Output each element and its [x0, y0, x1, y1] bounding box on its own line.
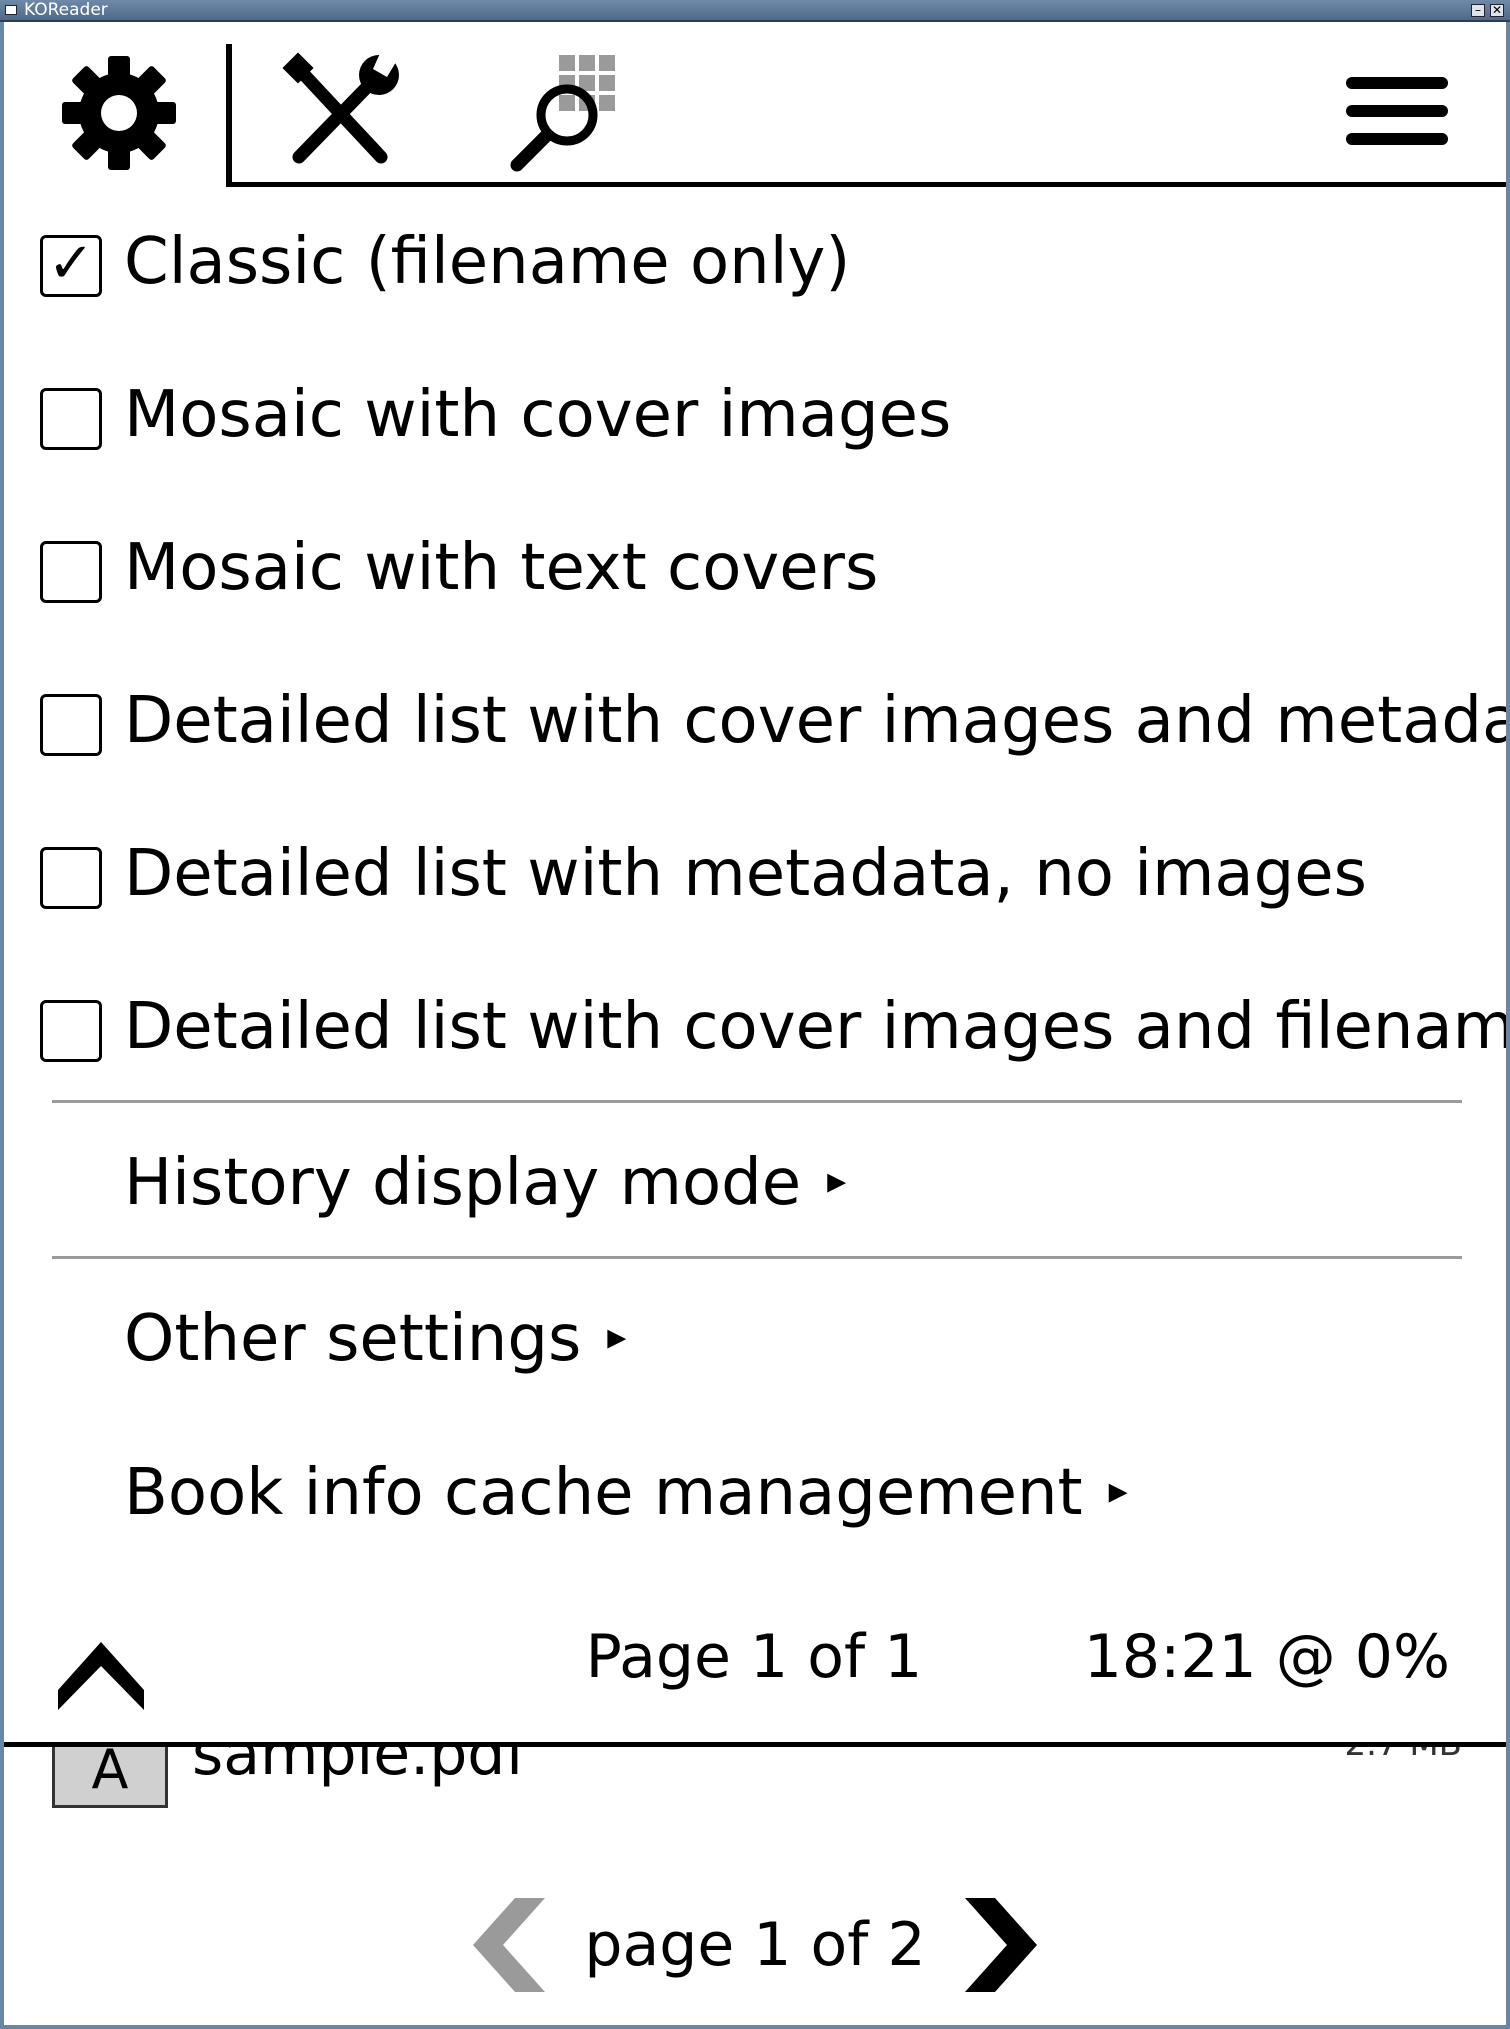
- file-browser-page-label: page 1 of 2: [584, 1910, 926, 1980]
- menu-item-other-settings[interactable]: Other settings ▸: [4, 1264, 1506, 1414]
- menu-item-label: Detailed list with metadata, no images: [124, 837, 1367, 911]
- checkbox-unchecked[interactable]: [40, 388, 102, 450]
- checkbox-checked[interactable]: ✓: [40, 235, 102, 297]
- menu-page-label: Page 1 of 1: [585, 1622, 923, 1692]
- window-titlebar: KOReader – ✕: [0, 0, 1510, 22]
- menu-tab-bar: [4, 22, 1506, 190]
- menu-item-detailed-metadata-no-images[interactable]: Detailed list with metadata, no images: [4, 799, 1506, 949]
- menu-item-mosaic-cover-images[interactable]: Mosaic with cover images: [4, 340, 1506, 490]
- submenu-arrow-icon: ▸: [1108, 1468, 1128, 1513]
- menu-item-book-info-cache[interactable]: Book info cache management ▸: [4, 1418, 1506, 1568]
- checkbox-unchecked[interactable]: [40, 694, 102, 756]
- search-icon: [510, 55, 615, 172]
- checkbox-unchecked[interactable]: [40, 847, 102, 909]
- chevron-right-icon: [965, 1898, 1037, 1992]
- menu-footer: Page 1 of 1 18:21 @ 0%: [4, 1582, 1506, 1732]
- menu-item-label: Detailed list with cover images and meta…: [124, 684, 1506, 758]
- tools-icon: [282, 51, 399, 164]
- menu-item-label: History display mode ▸: [124, 1146, 847, 1220]
- submenu-arrow-icon: ▸: [827, 1158, 847, 1203]
- tab-search[interactable]: [499, 47, 649, 177]
- menu-up-button[interactable]: [52, 1612, 150, 1712]
- gear-icon: [62, 56, 176, 170]
- menu-item-label: Mosaic with cover images: [124, 378, 952, 452]
- menu-item-label: Classic (filename only): [124, 225, 851, 299]
- menu-item-label: Other settings ▸: [124, 1302, 627, 1376]
- checkbox-unchecked[interactable]: [40, 1000, 102, 1062]
- menu-item-detailed-cover-filename[interactable]: Detailed list with cover images and file…: [4, 952, 1506, 1102]
- previous-page-button[interactable]: [465, 1880, 565, 2010]
- tab-settings[interactable]: [44, 47, 194, 177]
- tab-tools[interactable]: [269, 47, 419, 177]
- submenu-arrow-icon: ▸: [607, 1314, 627, 1359]
- menu-item-label: Detailed list with cover images and file…: [124, 990, 1506, 1064]
- chevron-left-icon: [473, 1898, 545, 1992]
- tab-main-menu[interactable]: [1324, 47, 1474, 177]
- menu-item-detailed-cover-metadata[interactable]: Detailed list with cover images and meta…: [4, 646, 1506, 796]
- hamburger-menu-icon: [1346, 77, 1448, 145]
- app-icon: [5, 5, 17, 15]
- menu-divider: [52, 1256, 1462, 1259]
- settings-menu: ✓ Classic (filename only) Mosaic with co…: [4, 22, 1506, 1747]
- menu-item-classic[interactable]: ✓ Classic (filename only): [4, 187, 1506, 337]
- next-page-button[interactable]: [955, 1880, 1055, 2010]
- chevron-up-icon: [58, 1642, 144, 1710]
- checkbox-unchecked[interactable]: [40, 541, 102, 603]
- status-clock-battery: 18:21 @ 0%: [1083, 1622, 1450, 1692]
- menu-item-label: Mosaic with text covers: [124, 531, 879, 605]
- close-button[interactable]: ✕: [1490, 4, 1504, 17]
- menu-item-label: Book info cache management ▸: [124, 1456, 1128, 1530]
- minimize-button[interactable]: –: [1471, 4, 1485, 17]
- menu-divider: [52, 1100, 1462, 1103]
- file-browser-footer: page 1 of 2: [0, 1880, 1510, 2010]
- menu-item-mosaic-text-covers[interactable]: Mosaic with text covers: [4, 493, 1506, 643]
- window-title: KOReader: [24, 0, 108, 20]
- tab-separator: [226, 44, 232, 187]
- menu-item-history-display-mode[interactable]: History display mode ▸: [4, 1108, 1506, 1258]
